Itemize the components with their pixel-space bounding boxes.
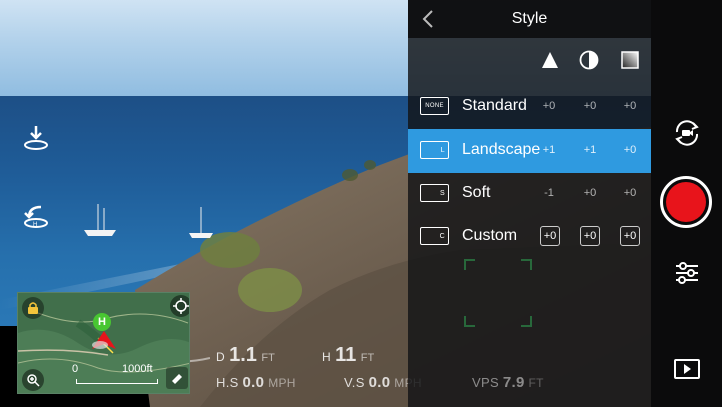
- horizontal-speed-readout: H.S 0.0 MPH: [216, 374, 296, 391]
- sharpness-value: +0: [542, 100, 556, 112]
- target-icon: [173, 298, 189, 314]
- sailboat: [189, 207, 213, 238]
- takeoff-icon: [24, 126, 48, 150]
- vs-value: 0.0: [368, 374, 391, 391]
- custom-saturation-input[interactable]: +0: [620, 226, 640, 246]
- vps-readout: VPS 7.9 FT: [472, 374, 544, 391]
- takeoff-button[interactable]: [20, 122, 52, 154]
- eraser-icon: [172, 374, 182, 384]
- sharpness-icon: [542, 52, 558, 68]
- home-marker-label: H: [98, 316, 106, 328]
- return-home-button[interactable]: H: [20, 200, 52, 232]
- scale-end-label: 1000ft: [122, 363, 153, 375]
- saturation-value: +0: [623, 187, 637, 199]
- vps-label: VPS: [472, 375, 499, 390]
- contrast-icon: [579, 50, 599, 70]
- record-indicator: [666, 182, 706, 222]
- camera-sidebar: [651, 0, 722, 407]
- return-home-icon: H: [24, 205, 48, 228]
- sailboat: [84, 204, 116, 236]
- scale-start-label: 0: [72, 363, 79, 375]
- style-label: Soft: [462, 184, 491, 201]
- style-custom-icon: C: [420, 227, 449, 245]
- height-label: H: [322, 350, 331, 364]
- style-landscape-icon: L: [420, 141, 449, 159]
- height-readout: H 11 FT: [322, 344, 374, 367]
- camera-mode-switch-button[interactable]: [670, 118, 704, 148]
- hs-value: 0.0: [242, 374, 265, 391]
- contrast-value: +0: [583, 187, 597, 199]
- distance-unit: FT: [261, 352, 275, 364]
- style-row-landscape[interactable]: L Landscape +1 +1 +0: [408, 129, 651, 173]
- distance-value: 1.1: [229, 344, 257, 366]
- contrast-value: +1: [583, 144, 597, 156]
- height-unit: FT: [360, 352, 375, 364]
- minimap[interactable]: H 0 1000ft: [17, 292, 190, 394]
- style-custom-icon-letter: C: [439, 232, 445, 240]
- height-value: 11: [335, 344, 357, 366]
- map-zoom-button[interactable]: [22, 369, 44, 391]
- custom-contrast-input[interactable]: +0: [580, 226, 600, 246]
- style-label: Standard: [462, 97, 527, 114]
- scale-bar: [76, 379, 158, 384]
- saturation-value: +0: [623, 100, 637, 112]
- style-row-standard[interactable]: NONE Standard +0 +0 +0: [408, 85, 651, 129]
- camera-settings-button[interactable]: [672, 258, 702, 288]
- saturation-value: +0: [623, 144, 637, 156]
- map-clear-button[interactable]: [166, 367, 188, 389]
- sharpness-value: -1: [544, 187, 554, 199]
- distance-readout: D 1.1 FT: [216, 344, 275, 367]
- aircraft-marker-icon: [92, 331, 116, 349]
- style-panel: Style NONE Standard +0 +0 +0 L Landscape…: [408, 0, 651, 407]
- style-label: Landscape: [462, 141, 541, 158]
- vps-value: 7.9: [502, 374, 525, 391]
- style-row-soft[interactable]: S Soft -1 +0 +0: [408, 172, 651, 216]
- style-soft-icon: S: [420, 184, 449, 202]
- style-soft-icon-letter: S: [440, 189, 445, 197]
- map-lock-button[interactable]: [22, 297, 44, 319]
- hs-label: H.S: [216, 375, 239, 390]
- distance-label: D: [216, 350, 225, 364]
- style-label: Custom: [462, 227, 518, 244]
- camera-switch-icon: [675, 120, 699, 146]
- saturation-icon: [621, 51, 639, 69]
- panel-header: Style: [408, 0, 651, 38]
- vs-label: V.S: [344, 375, 365, 390]
- focus-frame: [464, 259, 532, 327]
- lock-icon: [28, 302, 38, 314]
- style-row-custom[interactable]: C Custom +0 +0 +0: [408, 215, 651, 259]
- style-standard-icon: NONE: [420, 97, 449, 115]
- sharpness-value: +1: [542, 144, 556, 156]
- record-button[interactable]: [660, 176, 712, 228]
- playback-icon: [674, 359, 700, 379]
- contrast-value: +0: [583, 100, 597, 112]
- svg-text:H: H: [33, 222, 37, 228]
- playback-button[interactable]: [672, 356, 702, 382]
- panel-title: Style: [511, 10, 548, 27]
- map-center-button[interactable]: [170, 295, 189, 317]
- vps-unit: FT: [528, 376, 544, 390]
- settings-sliders-icon: [676, 262, 698, 284]
- zoom-icon: [27, 374, 40, 387]
- custom-sharpness-input[interactable]: +0: [540, 226, 560, 246]
- hs-unit: MPH: [268, 376, 296, 390]
- style-landscape-icon-letter: L: [440, 146, 445, 154]
